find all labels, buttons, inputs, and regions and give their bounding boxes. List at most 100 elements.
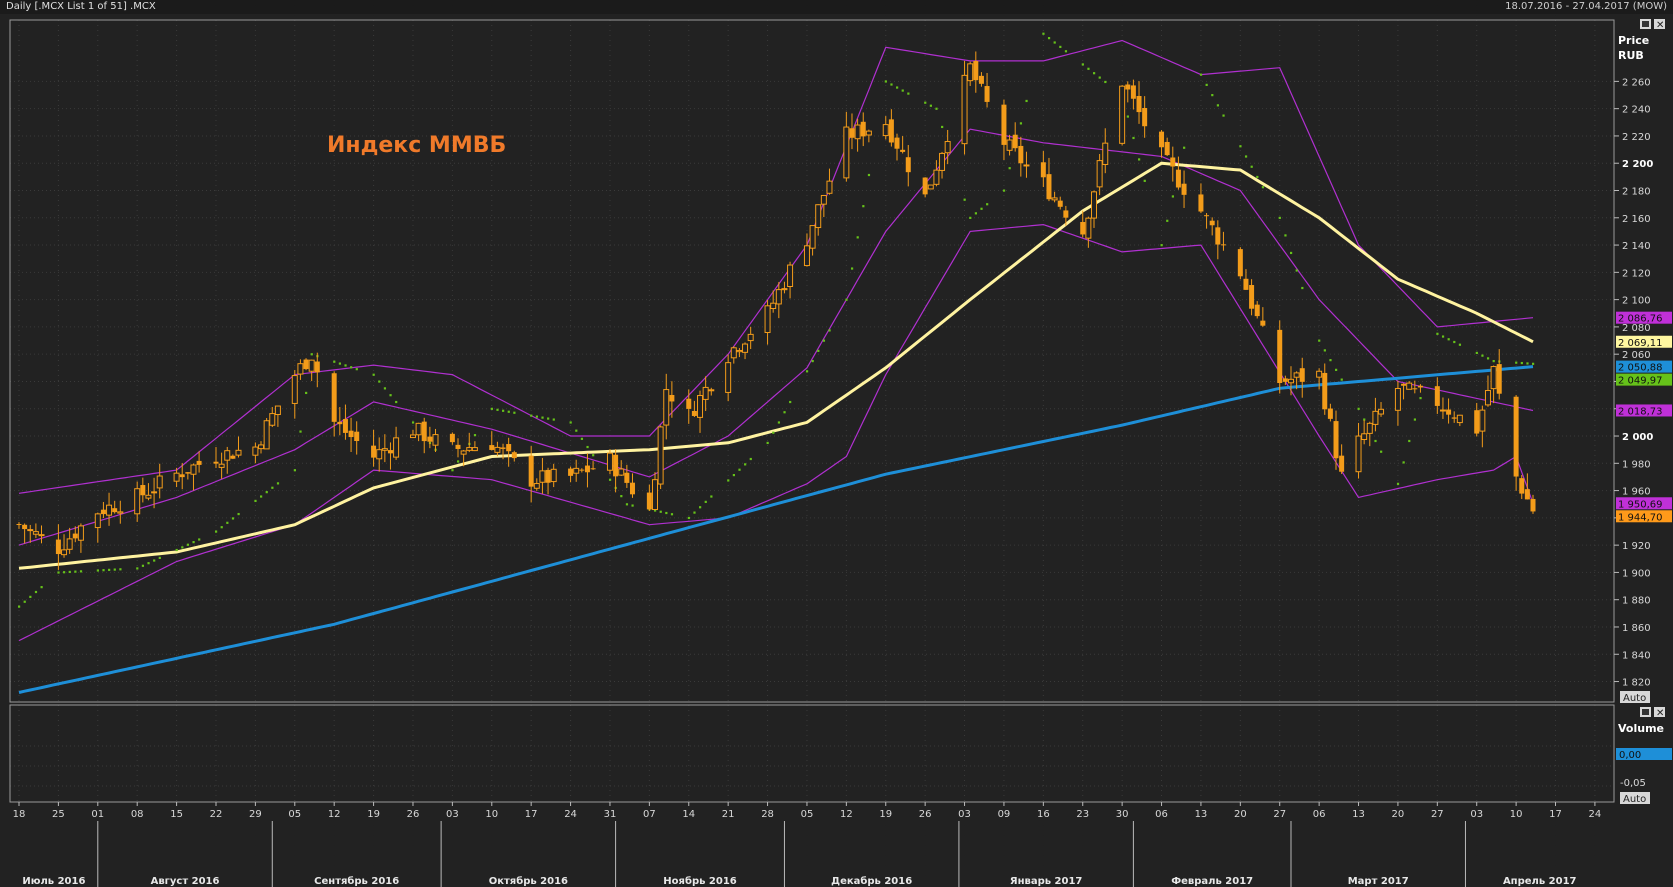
psar-dot <box>1250 165 1253 168</box>
x-day-label: 22 <box>210 809 223 820</box>
candle-body-up <box>1378 408 1385 415</box>
candle-body-up <box>1439 409 1446 412</box>
candle-body-down <box>303 359 309 370</box>
psar-dot <box>153 559 156 562</box>
x-day-label: 08 <box>131 809 144 820</box>
psar-dot <box>74 570 77 573</box>
candle-body-up <box>651 479 658 511</box>
candle <box>606 449 613 475</box>
psar-dot <box>828 329 831 332</box>
y-tick-label: 1 860 <box>1622 623 1651 634</box>
psar-dot <box>1025 99 1028 103</box>
candle-body-up <box>1484 390 1491 406</box>
candle-body-up <box>809 225 816 249</box>
y-tick-label: 2 180 <box>1622 187 1651 198</box>
candle-body-down <box>179 474 185 478</box>
y-tick-label: 1 960 <box>1622 487 1651 498</box>
x-day-label: 05 <box>801 809 814 820</box>
psar-dot <box>265 491 268 494</box>
candle-body-down <box>230 455 236 459</box>
close-icon[interactable]: ✕ <box>1654 707 1665 719</box>
psar-dot <box>1222 114 1225 117</box>
psar-dot <box>777 421 781 424</box>
candle-body-up <box>787 264 794 288</box>
candle-body-up <box>944 141 951 154</box>
candle-body-down <box>1142 108 1148 127</box>
psar-dot <box>1486 357 1490 360</box>
candle-body-up <box>725 362 732 393</box>
psar-dot <box>1138 158 1141 161</box>
candle-body-up <box>967 63 974 82</box>
auto-scale-button[interactable]: Auto <box>1620 691 1650 704</box>
x-day-label: 27 <box>1273 809 1286 820</box>
maximize-icon[interactable] <box>1640 19 1651 29</box>
candle-body-down <box>511 452 517 459</box>
candle-body-up <box>927 184 934 190</box>
psar-dot <box>1008 167 1011 170</box>
candle <box>263 418 270 450</box>
candle-body-up <box>432 434 439 446</box>
psar-dot <box>924 101 927 104</box>
y-tick-label: 2 160 <box>1622 214 1651 225</box>
candle-body-down <box>888 119 894 143</box>
svg-text:0,00: 0,00 <box>1619 750 1641 761</box>
x-month-label: Июль 2016 <box>22 876 85 887</box>
candle-body-down <box>1018 145 1024 164</box>
psar-dot <box>704 500 707 503</box>
candle-body-up <box>393 437 400 458</box>
y-tick-label: 2 000 <box>1622 432 1653 443</box>
price-chart[interactable]: 1 8201 8401 8601 8801 9001 9201 9401 960… <box>0 14 1673 887</box>
psar-dot <box>457 460 460 463</box>
x-day-label: 15 <box>170 809 183 820</box>
psar-dot <box>355 368 358 371</box>
candle-body-up <box>1394 387 1401 411</box>
candle-body-up <box>494 446 501 453</box>
candle-body-up <box>274 405 281 416</box>
candle-body-up <box>843 126 850 179</box>
psar-dot <box>1357 407 1360 410</box>
date-range: 18.07.2016 - 27.04.2017 (MOW) <box>1505 1 1667 12</box>
candle-body-down <box>1254 304 1260 317</box>
candle-body-up <box>32 531 39 535</box>
psar-dot <box>1413 418 1417 421</box>
x-day-label: 10 <box>1510 809 1523 820</box>
x-day-label: 07 <box>643 809 656 820</box>
candle-body-down <box>686 398 692 409</box>
candle-body-up <box>1293 372 1300 378</box>
x-month-label: Февраль 2017 <box>1171 876 1253 887</box>
price-tag-label: 2 086,76 <box>1618 314 1663 325</box>
candle-body-down <box>337 421 343 425</box>
volume-value-tag: 0,00 <box>1616 748 1672 761</box>
psar-dot <box>1216 104 1220 107</box>
psar-dot <box>1261 186 1265 189</box>
psar-dot <box>1526 362 1529 365</box>
candle-body-down <box>613 454 619 477</box>
candle-body-up <box>865 130 872 136</box>
price-axis-title: Price <box>1618 34 1649 47</box>
close-icon[interactable]: ✕ <box>1654 19 1665 31</box>
psar-dot <box>732 473 735 477</box>
psar-dot <box>192 541 195 544</box>
candle-body-up <box>1366 422 1373 434</box>
psar-dot <box>727 479 730 482</box>
psar-dot <box>969 216 972 219</box>
psar-dot <box>1019 122 1023 125</box>
psar-dot <box>147 562 150 565</box>
psar-dot <box>1126 115 1129 118</box>
psar-dot <box>1239 145 1242 148</box>
candle-body-down <box>1299 368 1305 382</box>
auto-scale-button[interactable]: Auto <box>1620 792 1650 805</box>
price-tag: 2 018,73 <box>1616 404 1672 417</box>
candle <box>1119 85 1126 146</box>
psar-dot <box>890 83 893 86</box>
candle-body-up <box>1096 160 1103 188</box>
candle-body-up <box>269 413 276 426</box>
x-day-label: 19 <box>367 809 380 820</box>
maximize-icon[interactable] <box>1640 707 1651 717</box>
candle-body-up <box>820 194 827 205</box>
psar-dot <box>789 400 792 404</box>
price-tag: 1 950,69 <box>1616 497 1672 510</box>
psar-dot <box>63 571 66 574</box>
psar-dot <box>299 430 302 433</box>
psar-dot <box>896 86 899 89</box>
